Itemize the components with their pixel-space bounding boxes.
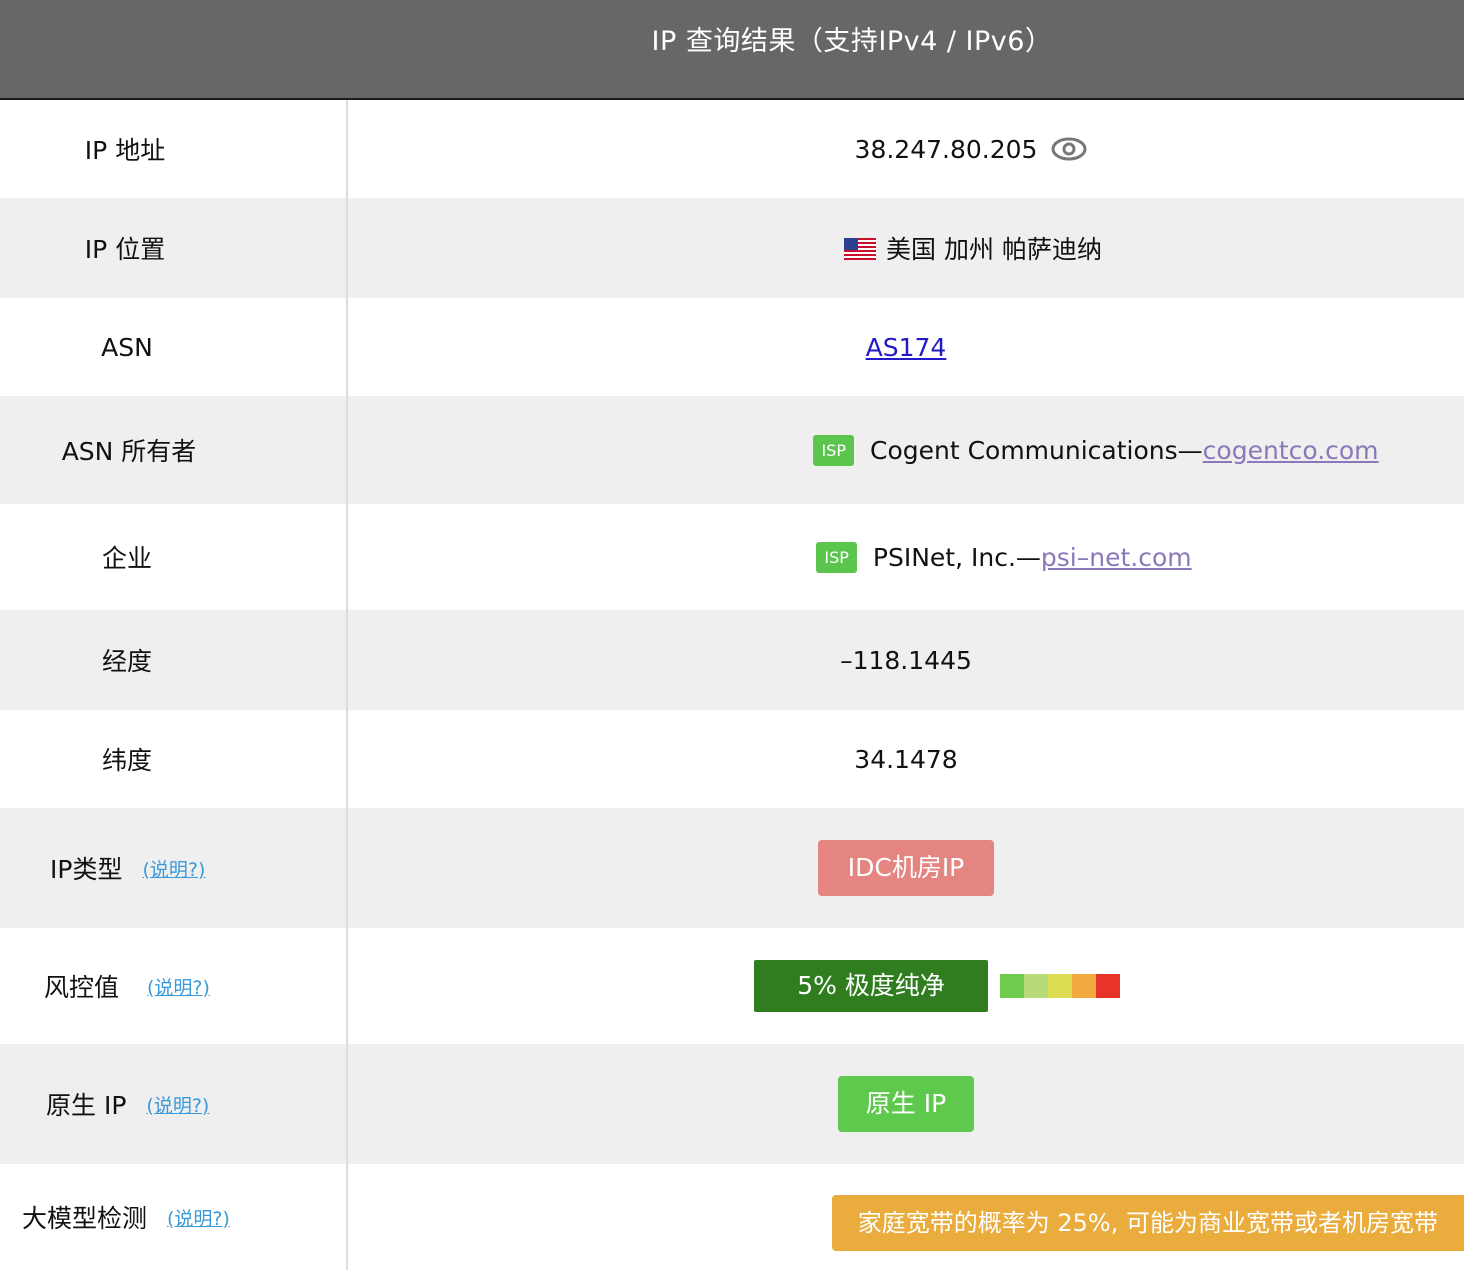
label-ip-type: IP类型 [50, 855, 123, 884]
value-asn: AS174 [348, 298, 1464, 396]
company-site-link[interactable]: psi–net.com [1041, 543, 1192, 572]
label-ip-type-cell: IP类型 (说明?) [0, 808, 348, 928]
value-native-ip: 原生 IP [348, 1044, 1464, 1164]
llm-result-badge: 家庭宽带的概率为 25%, 可能为商业宽带或者机房宽带 [831, 1195, 1464, 1251]
ip-type-badge: IDC机房IP [817, 840, 995, 896]
row-asn: ASN AS174 [0, 298, 1464, 396]
label-llm-detection: 大模型检测 [22, 1204, 148, 1233]
asn-owner-site-link[interactable]: cogentco.com [1203, 436, 1379, 465]
page-header: IP 查询结果（支持IPv4 / IPv6） [0, 0, 1464, 100]
label-asn-owner: ASN 所有者 [0, 396, 348, 504]
asn-owner-name: Cogent Communications— [869, 435, 1203, 465]
risk-scale-segment [1048, 974, 1072, 998]
label-company: 企业 [0, 504, 348, 610]
asn-link[interactable]: AS174 [866, 333, 947, 362]
ip-type-help-link[interactable]: (说明?) [142, 855, 205, 882]
row-latitude: 纬度 34.1478 [0, 710, 1464, 808]
risk-scale-segment [1000, 974, 1024, 998]
row-native-ip: 原生 IP (说明?) 原生 IP [0, 1044, 1464, 1164]
label-native-ip: 原生 IP [46, 1091, 127, 1120]
risk-help-link[interactable]: (说明?) [147, 973, 210, 1000]
label-llm-cell: 大模型检测 (说明?) [0, 1164, 348, 1270]
label-latitude: 纬度 [0, 710, 348, 808]
value-risk: 5% 极度纯净 [348, 928, 1464, 1044]
eye-icon[interactable] [1051, 137, 1087, 161]
native-ip-badge: 原生 IP [838, 1076, 974, 1132]
value-latitude: 34.1478 [854, 744, 958, 774]
label-ip-address: IP 地址 [0, 100, 348, 198]
page-title: IP 查询结果（支持IPv4 / IPv6） [651, 25, 1053, 57]
risk-scale-segment [1096, 974, 1120, 998]
label-risk: 风控值 [44, 973, 120, 1002]
label-asn: ASN [0, 298, 348, 396]
us-flag-icon [844, 237, 877, 260]
location-text: 美国 加州 帕萨迪纳 [886, 235, 1102, 264]
value-company: ISP PSINet, Inc.— psi–net.com [348, 504, 1464, 610]
value-llm-detection: 家庭宽带的概率为 25%, 可能为商业宽带或者机房宽带 [348, 1164, 1464, 1270]
risk-scale-segment [1024, 974, 1048, 998]
row-ip-location: IP 位置 美国 加州 帕萨迪纳 [0, 198, 1464, 298]
label-risk-cell: 风控值 (说明?) [0, 928, 348, 1044]
value-asn-owner: ISP Cogent Communications— cogentco.com [348, 396, 1464, 504]
row-company: 企业 ISP PSINet, Inc.— psi–net.com [0, 504, 1464, 610]
native-ip-help-link[interactable]: (说明?) [146, 1091, 209, 1118]
row-ip-type: IP类型 (说明?) IDC机房IP [0, 808, 1464, 928]
value-ip-location: 美国 加州 帕萨迪纳 [348, 198, 1464, 298]
value-ip-type: IDC机房IP [348, 808, 1464, 928]
label-native-ip-cell: 原生 IP (说明?) [0, 1044, 348, 1164]
risk-score-badge: 5% 极度纯净 [754, 960, 988, 1012]
label-longitude: 经度 [0, 610, 348, 710]
row-risk: 风控值 (说明?) 5% 极度纯净 [0, 928, 1464, 1044]
risk-scale-bar [1000, 974, 1120, 998]
risk-scale-segment [1072, 974, 1096, 998]
row-ip-address: IP 地址 38.247.80.205 [0, 100, 1464, 198]
row-llm-detection: 大模型检测 (说明?) 家庭宽带的概率为 25%, 可能为商业宽带或者机房宽带 [0, 1164, 1464, 1270]
llm-help-link[interactable]: (说明?) [167, 1204, 230, 1231]
label-ip-location: IP 位置 [0, 198, 348, 298]
ip-address-text: 38.247.80.205 [854, 134, 1038, 164]
company-name: PSINet, Inc.— [872, 542, 1041, 572]
value-ip-address: 38.247.80.205 [348, 100, 1464, 198]
isp-badge: ISP [816, 541, 857, 573]
row-longitude: 经度 –118.1445 [0, 610, 1464, 710]
value-longitude: –118.1445 [840, 645, 972, 675]
isp-badge: ISP [813, 434, 854, 466]
row-asn-owner: ASN 所有者 ISP Cogent Communications— cogen… [0, 396, 1464, 504]
